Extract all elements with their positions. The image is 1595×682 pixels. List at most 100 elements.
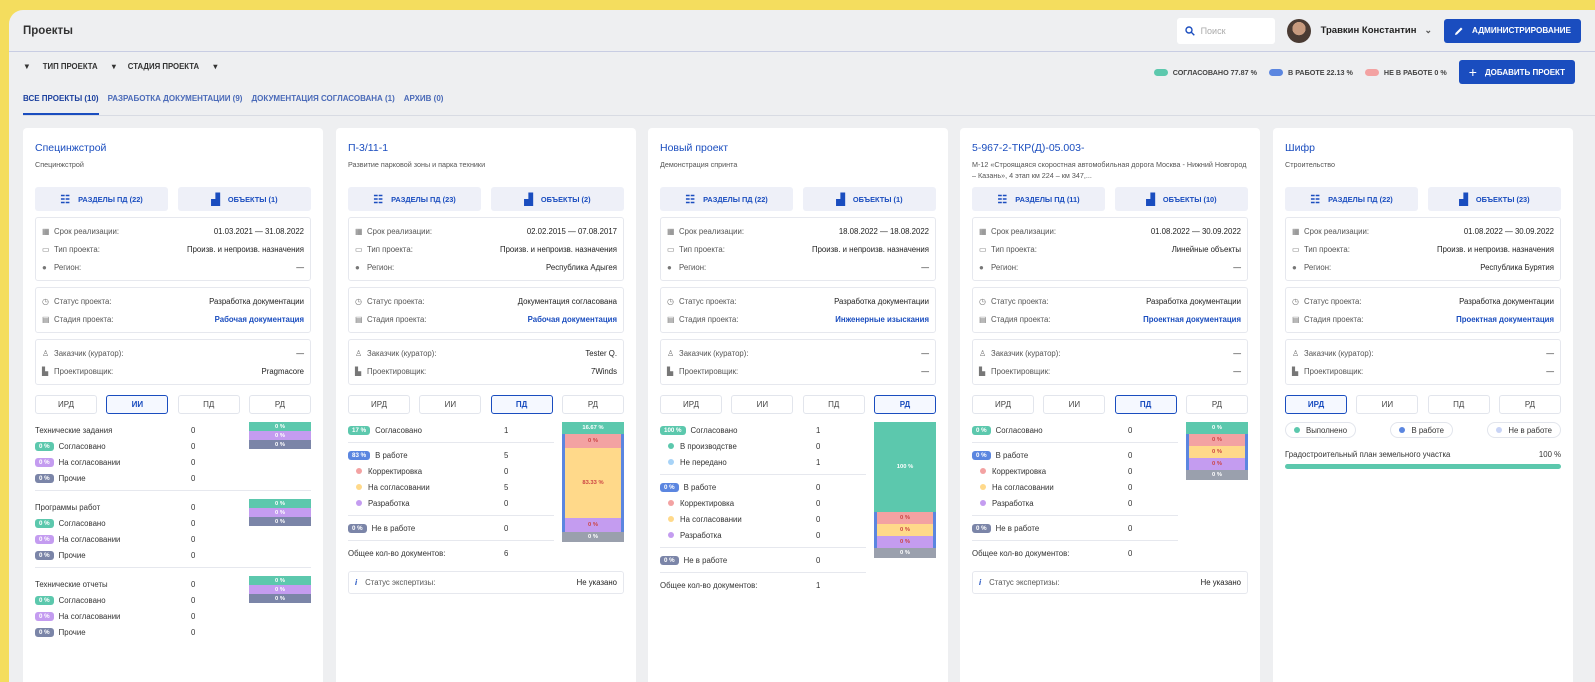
item-label: Согласовано (58, 518, 106, 528)
sub-label: Корректировка (992, 466, 1047, 476)
project-card[interactable]: П-3/11-1 Развитие парковой зоны и парка … (336, 128, 636, 682)
plan-label: Градостроительный план земельного участк… (1285, 449, 1451, 459)
customer-value: — (296, 348, 304, 358)
group-count: 0 (191, 502, 196, 512)
seg-1[interactable]: ИИ (419, 395, 482, 414)
status-label: Статус проекта: (679, 296, 737, 306)
item-label: Согласовано (58, 595, 106, 605)
project-card[interactable]: Специнжстрой Специнжстрой ☷ РАЗДЕЛЫ ПД (2… (23, 128, 323, 682)
seg-2[interactable]: ПД (177, 395, 240, 414)
seg-1[interactable]: ИИ (106, 395, 169, 414)
filter-stage[interactable]: СТАДИЯ ПРОЕКТА ▾ (128, 62, 217, 71)
project-description: М-12 «Строящаяся скоростная автомобильна… (972, 160, 1247, 180)
seg-2[interactable]: ПД (1114, 395, 1177, 414)
sections-button[interactable]: ☷ РАЗДЕЛЫ ПД (22) (660, 187, 793, 211)
seg-2[interactable]: ПД (802, 395, 865, 414)
stage-value[interactable]: Рабочая документация (528, 315, 617, 324)
stage-value[interactable]: Проектная документация (1456, 315, 1554, 324)
seg-3[interactable]: РД (1498, 395, 1561, 414)
chip[interactable]: Выполнено (1285, 422, 1357, 438)
project-card[interactable]: 5-967-2-ТКР(Д)-05.003- М-12 «Строящаяся … (960, 128, 1260, 682)
stage-value[interactable]: Проектная документация (1143, 315, 1241, 324)
project-title[interactable]: Шифр (1285, 142, 1561, 154)
sections-button[interactable]: ☷ РАЗДЕЛЫ ПД (22) (1285, 187, 1418, 211)
status-value: Документация согласована (517, 296, 617, 306)
filter-icon: ▼ (23, 62, 31, 71)
sub-count: 0 (1128, 466, 1133, 476)
seg-1[interactable]: ИИ (1356, 395, 1419, 414)
top-header: Проекты Поиск Травкин Константин ⌄ АДМИНИ… (9, 10, 1595, 52)
filter-stage-label: СТАДИЯ ПРОЕКТА (127, 62, 200, 71)
user-menu[interactable]: Травкин Константин ⌄ (1286, 18, 1432, 43)
seg-2[interactable]: ПД (1427, 395, 1490, 414)
seg-2[interactable]: ПД (490, 395, 553, 414)
stage-value[interactable]: Инженерные изыскания (835, 315, 929, 324)
tab-archive[interactable]: АРХИВ (0) (404, 94, 444, 115)
region-label: Регион: (54, 262, 82, 272)
percent-badge: 0 % (35, 595, 54, 605)
search-input[interactable]: Поиск (1176, 17, 1275, 44)
total-count: 6 (504, 548, 509, 558)
seg-1[interactable]: ИИ (731, 395, 794, 414)
chip-dot (1496, 427, 1503, 433)
legend-in-work: В РАБОТЕ 22.13 % (1269, 68, 1353, 77)
seg-1[interactable]: ИИ (1043, 395, 1106, 414)
percent-badge: 0 % (972, 523, 991, 533)
objects-button[interactable]: ▟ ОБЪЕКТЫ (2) (491, 187, 624, 211)
ptype-value: Произв. и непроизв. назначения (1436, 244, 1554, 254)
project-card[interactable]: Новый проект Демонстрация спринта ☷ РАЗДЕ… (648, 128, 948, 682)
add-project-button[interactable]: + ДОБАВИТЬ ПРОЕКТ (1458, 60, 1575, 84)
seg-3[interactable]: РД (248, 395, 311, 414)
sections-button[interactable]: ☷ РАЗДЕЛЫ ПД (23) (348, 187, 481, 211)
objects-button[interactable]: ▟ ОБЪЕКТЫ (1) (803, 187, 936, 211)
divider (660, 572, 866, 573)
sections-button[interactable]: ☷ РАЗДЕЛЫ ПД (11) (972, 187, 1105, 211)
sections-button[interactable]: ☷ РАЗДЕЛЫ ПД (22) (35, 187, 168, 211)
chip-label: Выполнено (1306, 425, 1348, 435)
file-icon: ▭ (667, 244, 675, 254)
seg-0[interactable]: ИРД (348, 395, 410, 414)
bar-segment: 16.67 % (562, 422, 624, 434)
tab-development[interactable]: РАЗРАБОТКА ДОКУМЕНТАЦИИ (9) (108, 94, 243, 115)
project-title[interactable]: 5-967-2-ТКР(Д)-05.003- (972, 142, 1248, 154)
customer-label: Заказчик (куратор): (54, 348, 124, 358)
seg-0[interactable]: ИРД (660, 395, 722, 414)
sections-label: РАЗДЕЛЫ ПД (22) (78, 194, 143, 204)
buildings-icon: ▟ (1146, 193, 1155, 206)
list-icon: ☷ (60, 193, 71, 206)
sub-label: В производстве (680, 441, 737, 451)
project-title[interactable]: Специнжстрой (35, 142, 311, 154)
project-title[interactable]: П-3/11-1 (348, 142, 624, 154)
stage-value[interactable]: Рабочая документация (215, 315, 304, 324)
filter-type[interactable]: ТИП ПРОЕКТА ▾ (43, 62, 116, 71)
bar-segment: 0 % (877, 512, 933, 524)
project-title[interactable]: Новый проект (660, 142, 936, 154)
region-value: — (921, 262, 929, 272)
chip-label: Не в работе (1508, 425, 1552, 435)
seg-3[interactable]: РД (561, 395, 624, 414)
objects-button[interactable]: ▟ ОБЪЕКТЫ (1) (178, 187, 311, 211)
percent-badge: 0 % (35, 457, 54, 467)
designer-value: 7Winds (591, 366, 617, 376)
chip[interactable]: В работе (1390, 422, 1453, 438)
tab-all[interactable]: ВСЕ ПРОЕКТЫ (10) (23, 94, 99, 115)
bar-segment: 0 % (874, 548, 936, 558)
ptype-label: Тип проекта: (991, 244, 1037, 254)
seg-0[interactable]: ИРД (35, 395, 97, 414)
objects-button[interactable]: ▟ ОБЪЕКТЫ (23) (1428, 187, 1561, 211)
sections-label: РАЗДЕЛЫ ПД (11) (1015, 194, 1080, 204)
seg-3[interactable]: РД (873, 395, 936, 414)
objects-button[interactable]: ▟ ОБЪЕКТЫ (10) (1115, 187, 1248, 211)
dates-box: ▦ Срок реализации: 01.08.2022 — 30.09.2022… (1285, 217, 1561, 281)
tab-agreed[interactable]: ДОКУМЕНТАЦИЯ СОГЛАСОВАНА (1) (251, 94, 394, 115)
chip[interactable]: Не в работе (1487, 422, 1561, 438)
seg-3[interactable]: РД (1185, 395, 1248, 414)
item-count: 0 (191, 457, 196, 467)
calendar-icon: ▦ (667, 226, 675, 236)
admin-button[interactable]: АДМИНИСТРИРОВАНИЕ (1443, 18, 1581, 43)
seg-0[interactable]: ИРД (1285, 395, 1347, 414)
seg-0[interactable]: ИРД (972, 395, 1034, 414)
deadline-label: Срок реализации: (367, 226, 433, 236)
project-card[interactable]: Шифр Строительство ☷ РАЗДЕЛЫ ПД (22) ▟ ОБЪ… (1273, 128, 1573, 682)
status-label: Статус проекта: (54, 296, 112, 306)
